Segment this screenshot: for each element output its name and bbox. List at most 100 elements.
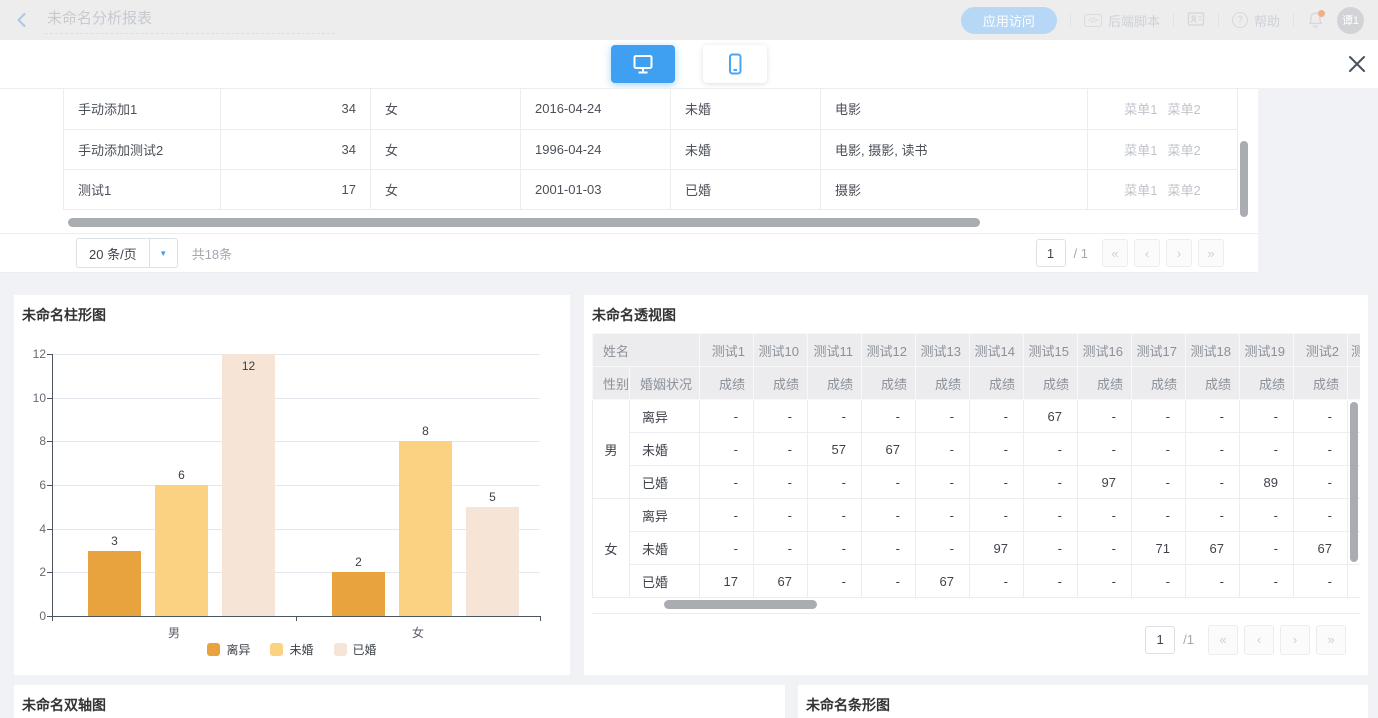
pivot-next-page-button[interactable]: ›: [1280, 625, 1310, 655]
row-action-link[interactable]: 菜单1: [1124, 102, 1157, 117]
back-icon[interactable]: [14, 12, 29, 28]
pivot-value-cell: 89: [1240, 466, 1294, 499]
table-pagination: 20 条/页 ▼ 共18条 / 1 « ‹ › »: [0, 233, 1258, 273]
pivot-table: 姓名测试1测试10测试11测试12测试13测试14测试15测试16测试17测试1…: [592, 333, 1360, 598]
pivot-value-cell: -: [1132, 466, 1186, 499]
pivot-value-cell: -: [808, 565, 862, 598]
pivot-value-cell: -: [1240, 565, 1294, 598]
row-actions: 菜单1 菜单2: [1088, 129, 1238, 169]
table-cell: 1996-04-24: [521, 129, 671, 169]
horizontal-bar-chart-title: 未命名条形图: [806, 695, 890, 715]
mobile-view-button[interactable]: [703, 45, 767, 83]
divider: [1218, 13, 1219, 27]
table-cell: 34: [221, 129, 371, 169]
table-row: 手动添加134女2016-04-24未婚电影菜单1菜单2: [64, 89, 1238, 129]
pivot-value-cell: -: [700, 433, 754, 466]
pivot-vertical-scrollbar[interactable]: [1350, 402, 1358, 562]
x-axis-tick: [540, 616, 541, 621]
pivot-value-cell: -: [1024, 565, 1078, 598]
legend-swatch: [207, 643, 220, 656]
notification-bell-icon[interactable]: [1307, 11, 1324, 29]
pivot-page-number-input[interactable]: [1145, 626, 1175, 654]
pivot-gender-cell: 女: [593, 499, 630, 598]
help-button[interactable]: ? 帮助: [1232, 11, 1280, 30]
legend-item[interactable]: 离异: [207, 641, 250, 658]
pivot-value-cell-clipped: [1348, 565, 1360, 598]
table-cell: 手动添加1: [64, 89, 221, 129]
first-page-button[interactable]: «: [1102, 239, 1128, 267]
row-actions: 菜单1 菜单2: [1088, 169, 1238, 209]
pivot-value-cell: -: [1294, 499, 1348, 532]
desktop-icon: [631, 52, 655, 76]
pivot-horizontal-scrollbar[interactable]: [664, 600, 817, 609]
legend-item[interactable]: 未婚: [270, 641, 313, 658]
pivot-column-header: 测试14: [970, 334, 1024, 367]
x-axis-category-label: 女: [296, 624, 540, 641]
pivot-page-total: /1: [1183, 632, 1194, 647]
pivot-value-cell: -: [970, 499, 1024, 532]
close-icon[interactable]: [1345, 53, 1369, 77]
row-action-link[interactable]: 菜单1: [1124, 143, 1157, 158]
pivot-value-cell: -: [916, 499, 970, 532]
pivot-row: 女离异------------: [593, 499, 1361, 532]
pivot-value-cell: -: [970, 433, 1024, 466]
table-cell: 已婚: [671, 169, 821, 209]
pivot-value-cell: -: [862, 532, 916, 565]
total-count: 共18条: [192, 244, 232, 263]
backend-script-button[interactable]: </> 后端脚本: [1084, 11, 1160, 30]
header-left: 未命名分析报表: [14, 6, 335, 34]
pivot-first-page-button[interactable]: «: [1208, 625, 1238, 655]
pivot-value-cell: -: [970, 400, 1024, 433]
pivot-last-page-button[interactable]: »: [1316, 625, 1346, 655]
pivot-prev-page-button[interactable]: ‹: [1244, 625, 1274, 655]
report-title[interactable]: 未命名分析报表: [45, 6, 335, 34]
pivot-row: 男离异------67-----: [593, 400, 1361, 433]
app-access-button[interactable]: 应用访问: [961, 7, 1057, 34]
pivot-value-cell: -: [1186, 565, 1240, 598]
row-action-link[interactable]: 菜单2: [1168, 143, 1201, 158]
pivot-row: 已婚-------97--89-: [593, 466, 1361, 499]
contact-card-icon[interactable]: [1187, 11, 1205, 30]
y-axis-tick-label: 2: [14, 565, 46, 579]
pivot-value-cell: -: [916, 466, 970, 499]
pivot-value-cell: -: [700, 466, 754, 499]
gridline: [52, 485, 540, 486]
chart-bar: [222, 354, 275, 616]
pivot-value-cell: -: [808, 400, 862, 433]
table-vertical-scrollbar[interactable]: [1240, 141, 1248, 217]
device-toggle: [611, 45, 767, 83]
last-page-button[interactable]: »: [1198, 239, 1224, 267]
pivot-value-cell: -: [1132, 565, 1186, 598]
next-page-button[interactable]: ›: [1166, 239, 1192, 267]
legend-swatch: [334, 643, 347, 656]
y-axis-tick-label: 0: [14, 609, 46, 623]
pivot-value-cell: -: [700, 532, 754, 565]
table-cell: 女: [371, 169, 521, 209]
legend-item[interactable]: 已婚: [334, 641, 377, 658]
row-action-link[interactable]: 菜单1: [1124, 183, 1157, 198]
prev-page-button[interactable]: ‹: [1134, 239, 1160, 267]
pivot-value-cell: -: [754, 499, 808, 532]
user-avatar[interactable]: 谭1: [1337, 7, 1364, 34]
pivot-value-cell: 67: [1186, 532, 1240, 565]
pivot-value-cell: -: [754, 466, 808, 499]
table-horizontal-scrollbar[interactable]: [68, 218, 980, 227]
pivot-table-panel: 未命名透视图 姓名测试1测试10测试11测试12测试13测试14测试15测试16…: [584, 295, 1368, 675]
pivot-value-cell: -: [808, 532, 862, 565]
pivot-value-cell: -: [808, 499, 862, 532]
chevron-down-icon: ▼: [149, 239, 177, 267]
page-number-input[interactable]: [1036, 239, 1066, 267]
pivot-measure-header: 成绩: [916, 367, 970, 400]
table-cell: 测试1: [64, 169, 221, 209]
pivot-value-cell: -: [1240, 400, 1294, 433]
row-action-link[interactable]: 菜单2: [1168, 102, 1201, 117]
page-size-select[interactable]: 20 条/页 ▼: [76, 238, 178, 268]
pivot-value-cell: -: [700, 400, 754, 433]
pivot-value-cell: -: [1078, 499, 1132, 532]
desktop-view-button[interactable]: [611, 45, 675, 83]
row-action-link[interactable]: 菜单2: [1168, 183, 1201, 198]
pivot-value-cell: -: [754, 433, 808, 466]
pivot-value-cell: -: [1078, 532, 1132, 565]
backend-script-label: 后端脚本: [1108, 11, 1160, 30]
pivot-column-header: 测试1: [700, 334, 754, 367]
